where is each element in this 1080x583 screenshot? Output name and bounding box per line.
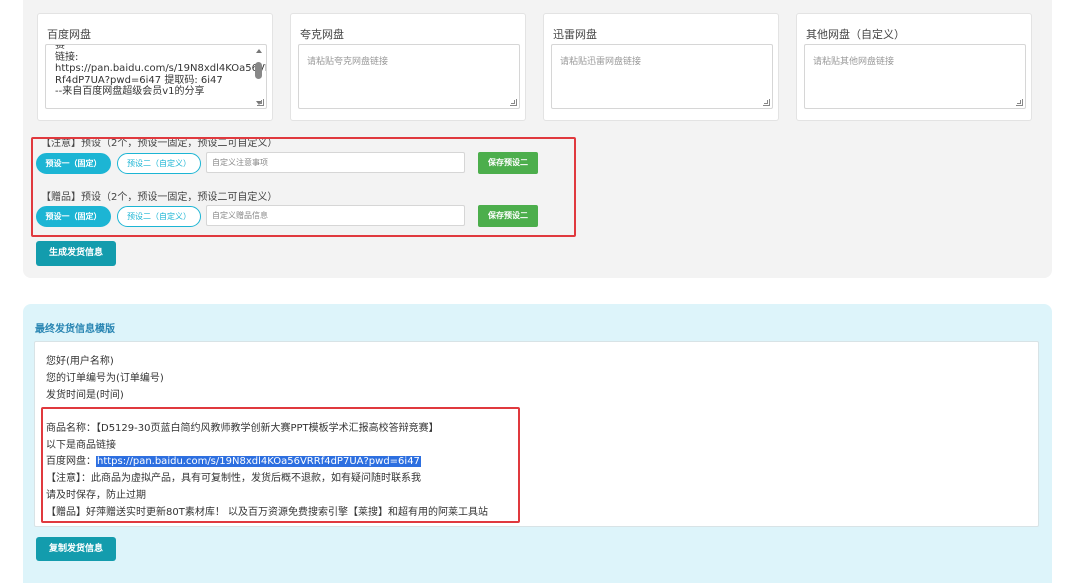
- baidu-link-text: 赛 链接: https://pan.baidu.com/s/19N8xdl4KO…: [55, 44, 267, 97]
- resize-grip-icon[interactable]: [510, 99, 517, 106]
- xunlei-disk-title: 迅雷网盘: [553, 28, 597, 41]
- xunlei-placeholder: 请粘贴迅雷网盘链接: [560, 57, 642, 67]
- generate-shipping-info-button[interactable]: 生成发货信息: [36, 241, 116, 266]
- resize-grip-icon[interactable]: [1016, 99, 1023, 106]
- order-number-line: 您的订单编号为(订单编号): [46, 373, 164, 384]
- xunlei-link-textarea[interactable]: 请粘贴迅雷网盘链接: [551, 44, 773, 109]
- quark-link-textarea[interactable]: 请粘贴夸克网盘链接: [298, 44, 520, 109]
- ship-time-line: 发货时间是(时间): [46, 390, 124, 401]
- quark-disk-title: 夸克网盘: [300, 28, 344, 41]
- other-link-textarea[interactable]: 请粘贴其他网盘链接: [804, 44, 1026, 109]
- product-info-highlight-box: [41, 407, 520, 523]
- other-disk-title: 其他网盘（自定义）: [806, 28, 905, 41]
- resize-grip-icon[interactable]: [763, 99, 770, 106]
- other-placeholder: 请粘贴其他网盘链接: [813, 57, 895, 67]
- xunlei-disk-card: 迅雷网盘 请粘贴迅雷网盘链接: [543, 13, 779, 121]
- final-template-title: 最终发货信息模版: [35, 324, 115, 335]
- resize-grip-icon[interactable]: [257, 99, 264, 106]
- other-disk-card: 其他网盘（自定义） 请粘贴其他网盘链接: [796, 13, 1032, 121]
- quark-placeholder: 请粘贴夸克网盘链接: [307, 57, 389, 67]
- baidu-disk-title: 百度网盘: [47, 28, 91, 41]
- scroll-thumb[interactable]: [255, 62, 262, 79]
- preset-highlight-box: [31, 137, 576, 237]
- scroll-up-icon[interactable]: [256, 49, 262, 53]
- quark-disk-card: 夸克网盘 请粘贴夸克网盘链接: [290, 13, 526, 121]
- baidu-disk-card: 百度网盘 赛 链接: https://pan.baidu.com/s/19N8x…: [37, 13, 273, 121]
- copy-shipping-info-button[interactable]: 复制发货信息: [36, 537, 116, 561]
- textarea-scrollbar[interactable]: [254, 47, 264, 105]
- greeting-line: 您好(用户名称): [46, 356, 114, 367]
- baidu-link-textarea[interactable]: 赛 链接: https://pan.baidu.com/s/19N8xdl4KO…: [45, 44, 267, 109]
